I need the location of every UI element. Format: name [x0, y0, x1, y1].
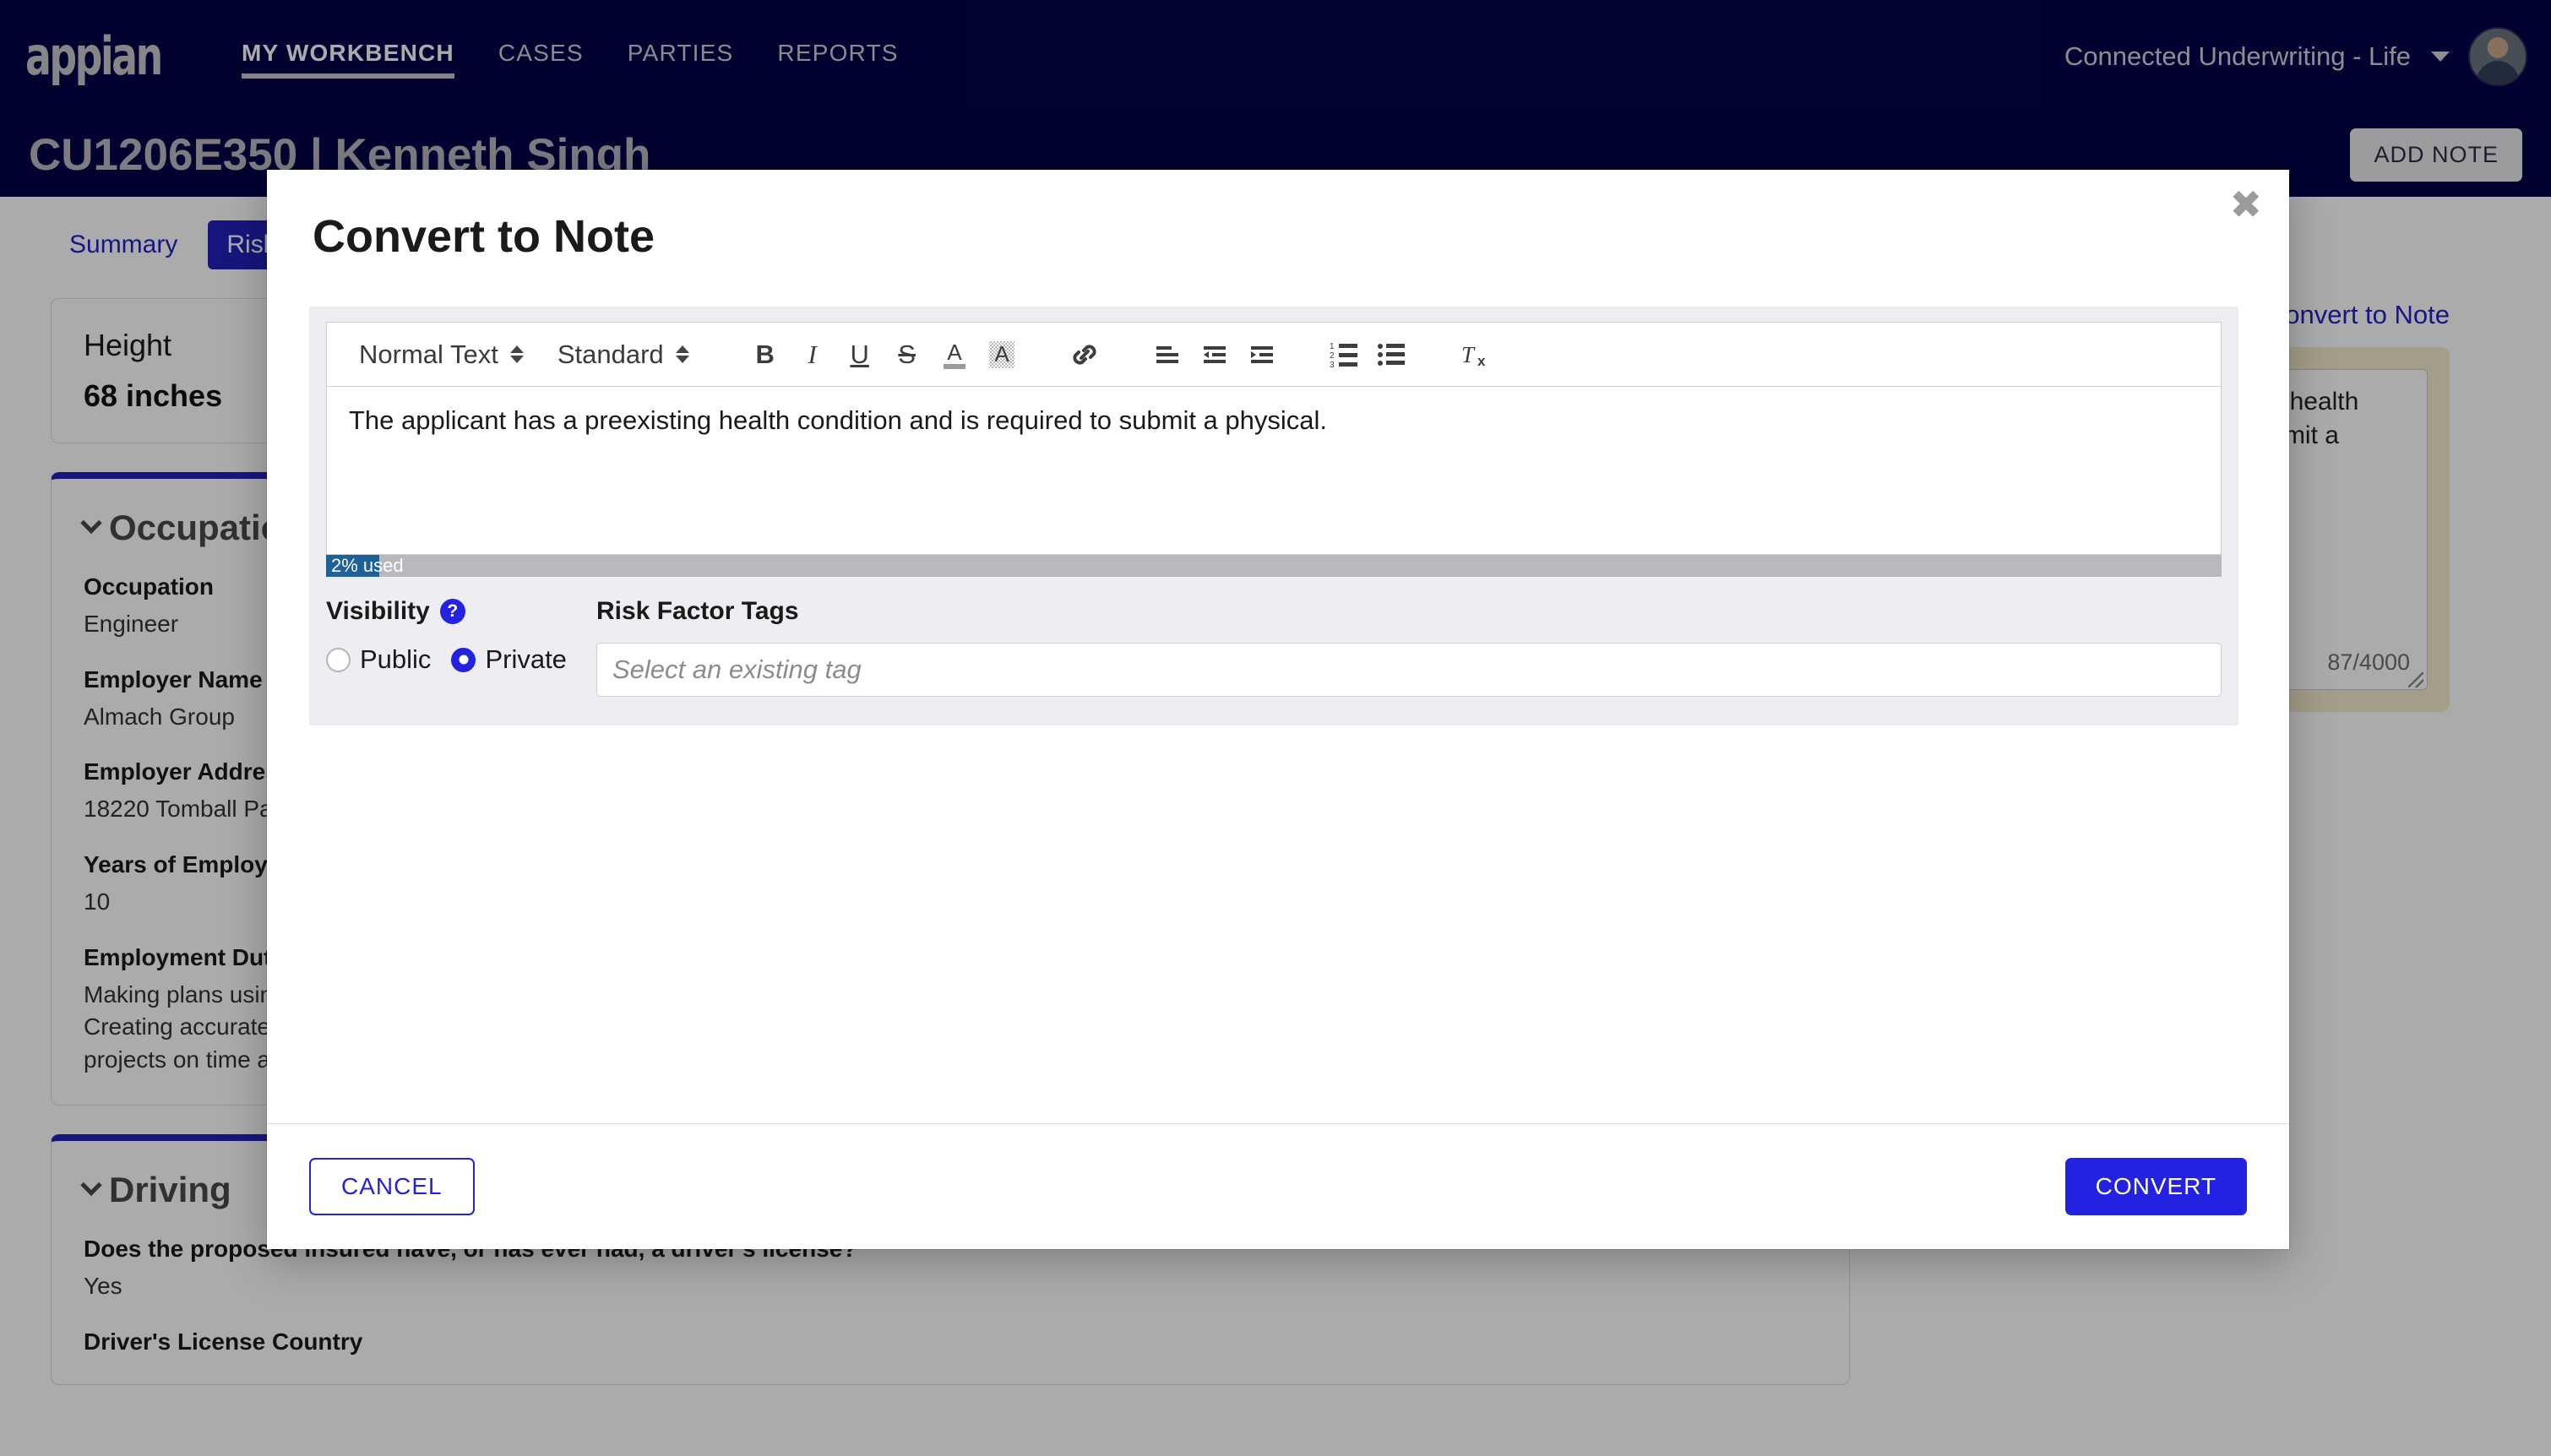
font-size-value: Standard — [557, 339, 664, 369]
paragraph-style-value: Normal Text — [359, 339, 498, 369]
risk-factor-tags-field: Risk Factor Tags Select an existing tag — [596, 597, 2222, 697]
radio-private-icon[interactable] — [451, 647, 476, 672]
svg-text:3: 3 — [1330, 361, 1335, 370]
dialog-title: Convert to Note — [313, 211, 655, 262]
dialog-fields-row: Visibility ? Public Private Risk Factor … — [309, 577, 2238, 725]
svg-text:2: 2 — [1330, 351, 1335, 361]
strikethrough-icon[interactable]: S — [884, 331, 931, 378]
radio-private-label: Private — [485, 644, 567, 674]
align-icon[interactable] — [1144, 331, 1191, 378]
rich-text-editor: Normal Text Standard B I U S A A 1 2 3 T… — [309, 307, 2238, 577]
svg-text:A: A — [994, 341, 1009, 367]
risk-factor-tags-input[interactable]: Select an existing tag — [596, 643, 2222, 697]
indent-icon[interactable] — [1238, 331, 1286, 378]
risk-factor-tags-label: Risk Factor Tags — [596, 597, 799, 625]
italic-icon[interactable]: I — [789, 331, 836, 378]
help-icon[interactable]: ? — [439, 599, 465, 624]
svg-text:T: T — [1461, 342, 1476, 367]
risk-factor-tags-placeholder: Select an existing tag — [612, 655, 862, 684]
rte-usage-meter-label: 2% used — [331, 555, 404, 576]
dialog-body: Normal Text Standard B I U S A A 1 2 3 T… — [267, 263, 2289, 1123]
cancel-button[interactable]: CANCEL — [309, 1158, 475, 1215]
convert-to-note-dialog: ✖ Convert to Note Normal Text Standard B… — [267, 170, 2289, 1249]
radio-public-label: Public — [360, 644, 432, 674]
clear-formatting-icon[interactable]: T x — [1451, 331, 1499, 378]
dialog-footer: CANCEL CONVERT — [267, 1123, 2289, 1249]
visibility-radio-group: Public Private — [326, 644, 596, 675]
visibility-field: Visibility ? Public Private — [326, 597, 596, 697]
paragraph-style-select[interactable]: Normal Text — [342, 340, 541, 370]
radio-option-public[interactable]: Public — [326, 644, 431, 675]
font-size-select[interactable]: Standard — [541, 340, 706, 370]
radio-option-private[interactable]: Private — [451, 644, 567, 675]
visibility-label-text: Visibility — [326, 597, 430, 625]
bullet-list-icon[interactable] — [1368, 331, 1416, 378]
rte-toolbar: Normal Text Standard B I U S A A 1 2 3 T… — [326, 322, 2222, 386]
rte-content-area[interactable]: The applicant has a preexisting health c… — [326, 386, 2222, 555]
visibility-label: Visibility ? — [326, 597, 596, 626]
bold-icon[interactable]: B — [742, 331, 789, 378]
app-root: appian MY WORKBENCH CASES PARTIES REPORT… — [0, 0, 2551, 1456]
outdent-icon[interactable] — [1191, 331, 1238, 378]
rte-usage-meter: 2% used — [326, 555, 2222, 577]
radio-public-icon[interactable] — [326, 647, 351, 672]
svg-text:A: A — [947, 340, 962, 365]
svg-text:x: x — [1477, 353, 1486, 369]
rte-content-text: The applicant has a preexisting health c… — [349, 405, 1328, 435]
text-color-icon[interactable]: A — [931, 331, 978, 378]
svg-text:1: 1 — [1330, 342, 1335, 351]
close-icon[interactable]: ✖ — [2229, 185, 2262, 224]
ordered-list-icon[interactable]: 1 2 3 — [1321, 331, 1368, 378]
convert-button[interactable]: CONVERT — [2064, 1158, 2247, 1215]
chevron-updown-icon — [675, 345, 689, 363]
underline-icon[interactable]: U — [836, 331, 884, 378]
highlight-color-icon[interactable]: A — [978, 331, 1025, 378]
link-icon[interactable] — [1061, 331, 1108, 378]
chevron-updown-icon — [509, 345, 524, 363]
